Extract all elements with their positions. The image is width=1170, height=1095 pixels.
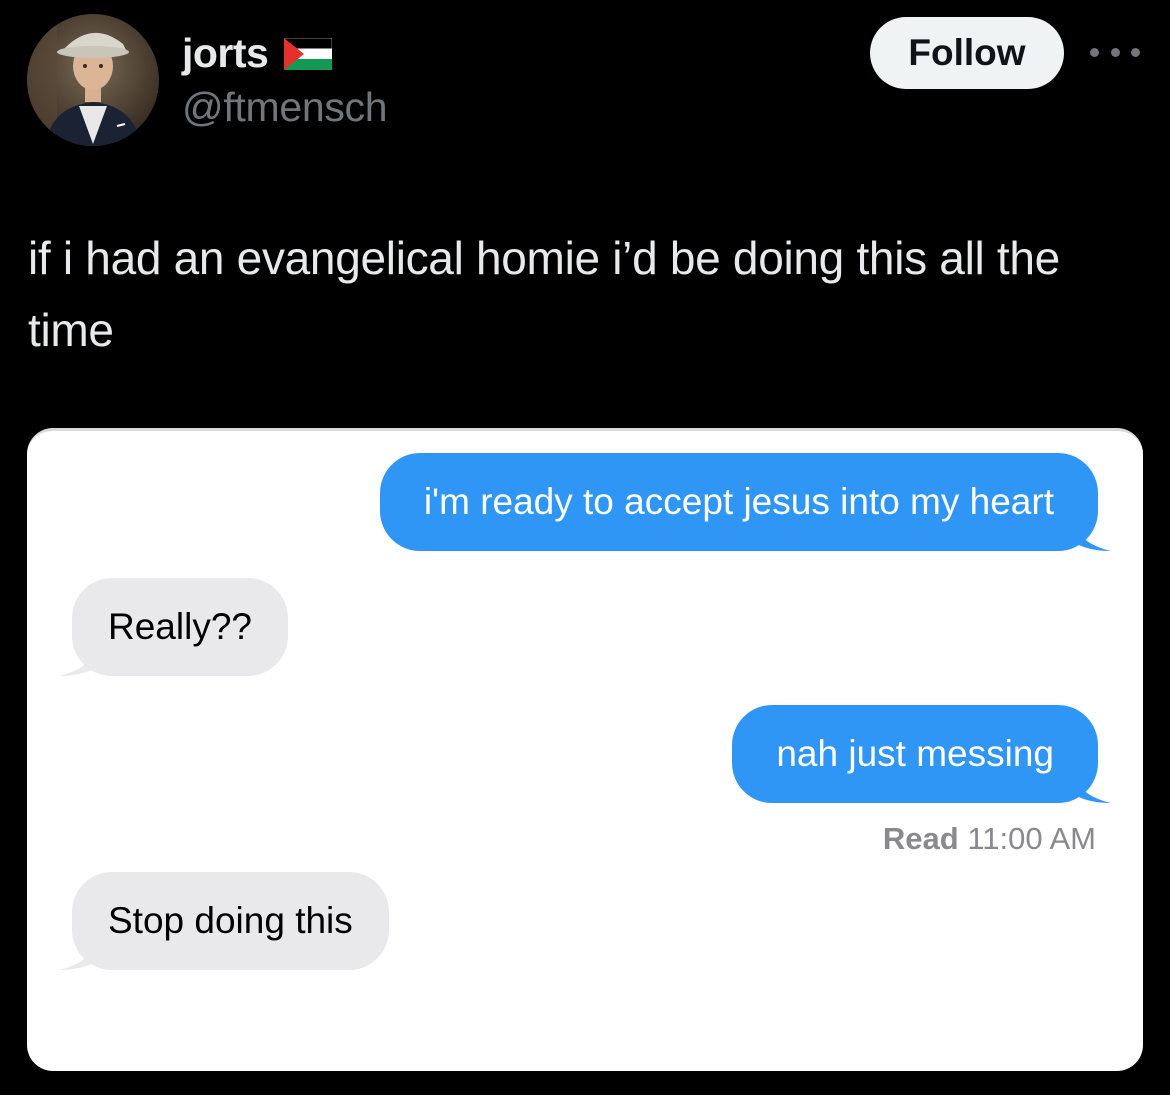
message-text: nah just messing bbox=[776, 733, 1054, 774]
received-message-bubble: Stop doing this bbox=[72, 872, 389, 970]
display-name[interactable]: jorts bbox=[182, 30, 333, 77]
read-label: Read bbox=[882, 821, 959, 856]
user-handle[interactable]: @ftmensch bbox=[182, 84, 388, 131]
palestine-flag-icon bbox=[284, 37, 333, 70]
sent-message-bubble: i'm ready to accept jesus into my heart bbox=[379, 453, 1098, 551]
read-receipt: Read 11:00 AM bbox=[883, 821, 1096, 857]
sent-bubble-tail bbox=[1073, 771, 1111, 803]
tweet-media-image[interactable]: i'm ready to accept jesus into my heart … bbox=[27, 428, 1143, 1071]
profile-photo bbox=[27, 14, 159, 146]
message-text: Stop doing this bbox=[108, 900, 353, 941]
follow-button[interactable]: Follow bbox=[870, 17, 1064, 89]
received-message-bubble: Really?? bbox=[72, 578, 288, 676]
received-bubble-tail bbox=[59, 938, 97, 970]
message-text: Really?? bbox=[108, 606, 252, 647]
ellipsis-dot bbox=[1131, 47, 1140, 57]
read-time: 11:00 AM bbox=[967, 821, 1096, 856]
display-name-text: jorts bbox=[182, 30, 269, 76]
sent-bubble-tail bbox=[1073, 519, 1111, 551]
ellipsis-icon[interactable] bbox=[1090, 40, 1140, 64]
tweet-text: if i had an evangelical homie i’d be doi… bbox=[28, 232, 1060, 356]
message-text: i'm ready to accept jesus into my heart bbox=[423, 481, 1054, 522]
sent-message-bubble: nah just messing bbox=[732, 705, 1098, 803]
received-bubble-tail bbox=[59, 644, 97, 676]
avatar[interactable] bbox=[27, 14, 159, 146]
ellipsis-dot bbox=[1110, 47, 1120, 57]
ellipsis-dot bbox=[1090, 47, 1099, 57]
